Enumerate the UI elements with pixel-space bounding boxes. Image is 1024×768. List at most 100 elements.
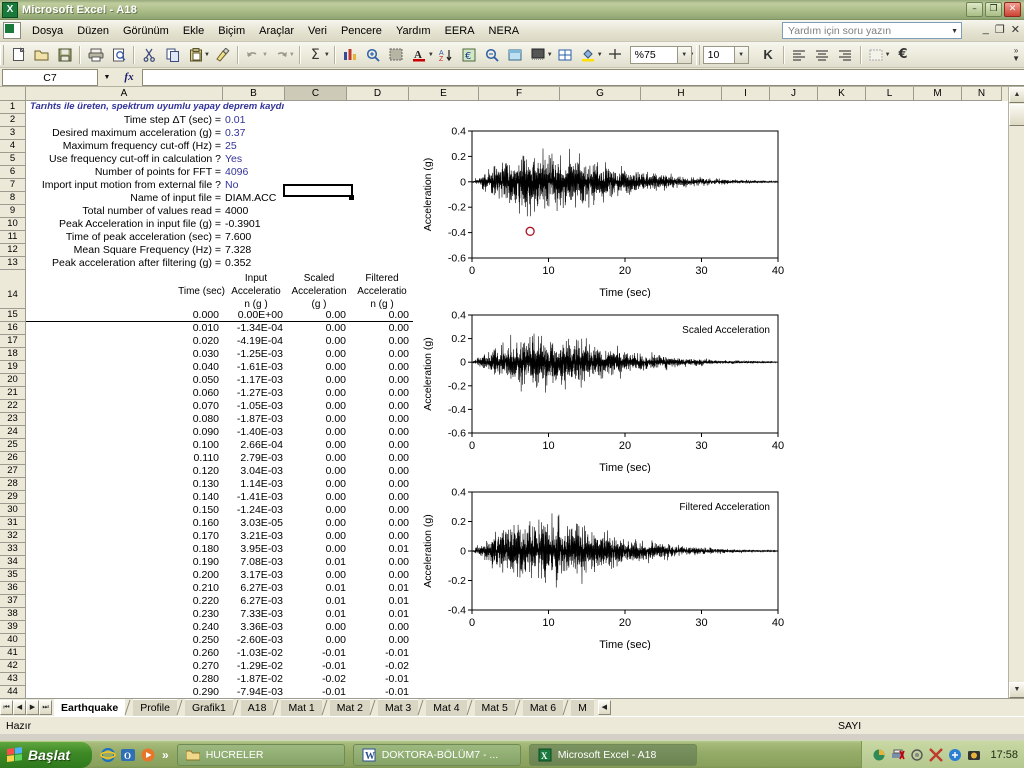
data-cell-filtered[interactable]: -0.01	[351, 647, 413, 660]
data-cell-time[interactable]: 0.280	[26, 673, 223, 686]
taskbar-item-doktora[interactable]: W DOKTORA-BÖLÜM7 - ...	[352, 743, 521, 766]
parameter-value[interactable]: 4000	[225, 205, 287, 218]
volume-icon[interactable]	[910, 748, 924, 762]
zoom-chevron-down-icon[interactable]: ▼	[676, 46, 691, 63]
drawing-icon[interactable]	[385, 44, 408, 66]
name-box-chevron-down-icon[interactable]: ▼	[98, 74, 116, 81]
data-cell-input[interactable]: -1.24E-03	[225, 504, 287, 517]
first-sheet-button[interactable]: ⏮	[0, 700, 13, 715]
vertical-scrollbar[interactable]: ▲ ▼	[1008, 87, 1024, 698]
row-header-35[interactable]: 35	[0, 569, 26, 582]
data-cell-scaled[interactable]: 0.01	[288, 556, 350, 569]
data-cell-filtered[interactable]: 0.00	[351, 465, 413, 478]
print-icon[interactable]	[84, 44, 107, 66]
row-header-22[interactable]: 22	[0, 400, 26, 413]
data-cell-filtered[interactable]: -0.01	[351, 673, 413, 686]
data-cell-input[interactable]: -1.05E-03	[225, 400, 287, 413]
chart-wizard-icon[interactable]	[339, 44, 362, 66]
data-cell-input[interactable]: 7.08E-03	[225, 556, 287, 569]
data-cell-filtered[interactable]: 0.00	[351, 504, 413, 517]
row-header-40[interactable]: 40	[0, 634, 26, 647]
data-cell-time[interactable]: 0.020	[26, 335, 223, 348]
row-header-39[interactable]: 39	[0, 621, 26, 634]
save-icon[interactable]	[53, 44, 76, 66]
parameter-value[interactable]: No	[225, 179, 287, 192]
borders-dropdown-icon[interactable]	[865, 44, 888, 66]
sheet-tab-mat-4[interactable]: Mat 4	[426, 698, 467, 716]
data-cell-time[interactable]: 0.210	[26, 582, 223, 595]
data-cell-scaled[interactable]: 0.00	[288, 504, 350, 517]
data-cell-scaled[interactable]: -0.01	[288, 686, 350, 698]
sheet-tab-mat-1[interactable]: Mat 1	[281, 698, 322, 716]
row-header-42[interactable]: 42	[0, 660, 26, 673]
data-cell-filtered[interactable]: 0.01	[351, 608, 413, 621]
data-cell-time[interactable]: 0.170	[26, 530, 223, 543]
data-cell-scaled[interactable]: 0.01	[288, 595, 350, 608]
data-cell-scaled[interactable]: 0.00	[288, 348, 350, 361]
insert-function-icon[interactable]: fx	[116, 71, 142, 83]
parameter-value[interactable]: -0.3901	[225, 218, 287, 231]
row-header-7[interactable]: 7	[0, 179, 26, 192]
column-header-C[interactable]: C	[285, 87, 347, 101]
data-cell-input[interactable]: 7.33E-03	[225, 608, 287, 621]
data-cell-input[interactable]: -1.25E-03	[225, 348, 287, 361]
data-cell-scaled[interactable]: -0.01	[288, 647, 350, 660]
menu-item-yardim[interactable]: Yardım	[389, 23, 438, 39]
row-header-30[interactable]: 30	[0, 504, 26, 517]
toolbar-grip[interactable]	[0, 44, 4, 65]
data-cell-filtered[interactable]: 0.00	[351, 439, 413, 452]
data-cell-scaled[interactable]: 0.00	[288, 387, 350, 400]
zoom-in-icon[interactable]	[362, 44, 385, 66]
data-cell-scaled[interactable]: 0.00	[288, 621, 350, 634]
data-cell-scaled[interactable]: -0.02	[288, 673, 350, 686]
menu-item-duzen[interactable]: Düzen	[70, 23, 116, 39]
column-header-I[interactable]: I	[722, 87, 770, 101]
data-cell-filtered[interactable]: 0.00	[351, 621, 413, 634]
menu-item-nera[interactable]: NERA	[482, 23, 527, 39]
data-cell-scaled[interactable]: 0.00	[288, 478, 350, 491]
row-header-38[interactable]: 38	[0, 608, 26, 621]
data-cell-input[interactable]: 0.00E+00	[225, 309, 287, 322]
messenger-icon[interactable]	[948, 748, 962, 762]
row-header-10[interactable]: 10	[0, 218, 26, 231]
data-cell-time[interactable]: 0.010	[26, 322, 223, 335]
data-cell-time[interactable]: 0.000	[26, 309, 223, 322]
menu-item-bicim[interactable]: Biçim	[211, 23, 252, 39]
data-cell-filtered[interactable]: 0.00	[351, 400, 413, 413]
data-cell-input[interactable]: -1.40E-03	[225, 426, 287, 439]
row-header-14[interactable]: 14	[0, 270, 26, 309]
align-right-icon[interactable]	[834, 44, 857, 66]
format-painter-icon[interactable]	[211, 44, 234, 66]
data-cell-scaled[interactable]: 0.00	[288, 361, 350, 374]
data-cell-filtered[interactable]: 0.00	[351, 335, 413, 348]
internet-explorer-icon[interactable]	[100, 747, 116, 763]
formatting-toolbar-grip[interactable]	[695, 44, 700, 65]
data-cell-time[interactable]: 0.040	[26, 361, 223, 374]
menu-item-pencere[interactable]: Pencere	[334, 23, 389, 39]
fill-color-icon[interactable]	[577, 44, 600, 66]
row-header-27[interactable]: 27	[0, 465, 26, 478]
data-cell-filtered[interactable]: 0.01	[351, 595, 413, 608]
euro-convert-icon[interactable]: €	[458, 44, 481, 66]
row-header-43[interactable]: 43	[0, 673, 26, 686]
data-cell-filtered[interactable]: 0.00	[351, 413, 413, 426]
copy-icon[interactable]	[161, 44, 184, 66]
data-cell-scaled[interactable]: 0.00	[288, 517, 350, 530]
parameter-value[interactable]: Yes	[225, 153, 287, 166]
data-cell-time[interactable]: 0.120	[26, 465, 223, 478]
data-cell-scaled[interactable]: 0.00	[288, 491, 350, 504]
data-cell-scaled[interactable]: 0.00	[288, 309, 350, 322]
workbook-close-button[interactable]: ✕	[1011, 23, 1020, 36]
column-header-G[interactable]: G	[560, 87, 641, 101]
table-format-icon[interactable]	[504, 44, 527, 66]
column-header-L[interactable]: L	[866, 87, 914, 101]
data-cell-input[interactable]: 3.17E-03	[225, 569, 287, 582]
next-sheet-button[interactable]: ▶	[26, 700, 39, 715]
data-cell-time[interactable]: 0.150	[26, 504, 223, 517]
row-header-17[interactable]: 17	[0, 335, 26, 348]
taskbar-item-hucreler[interactable]: HUCRELER	[176, 743, 345, 766]
menu-item-dosya[interactable]: Dosya	[25, 23, 70, 39]
data-cell-filtered[interactable]: -0.02	[351, 660, 413, 673]
toolbar-overflow-button[interactable]: » ▼	[1012, 46, 1020, 63]
scroll-down-button[interactable]: ▼	[1009, 682, 1024, 698]
